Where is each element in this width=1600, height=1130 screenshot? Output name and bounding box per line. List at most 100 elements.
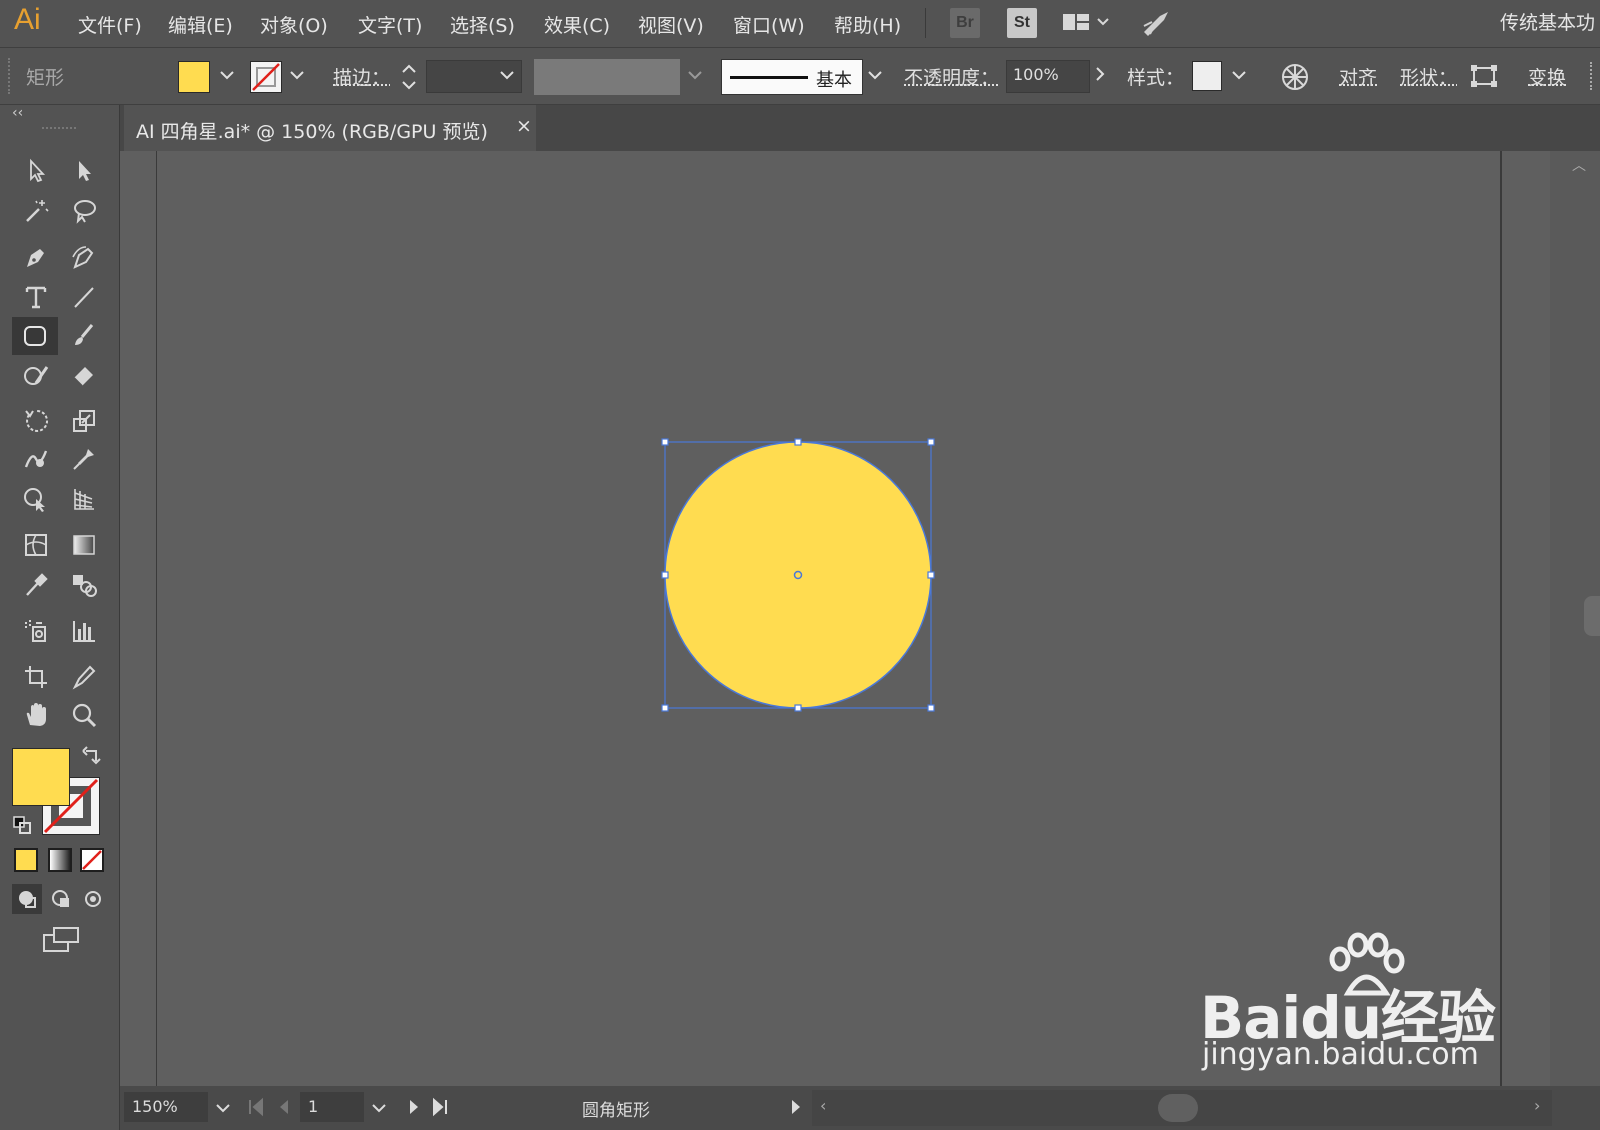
eyedropper-tool-icon[interactable] — [16, 567, 56, 603]
menu-select[interactable]: 选择(S) — [450, 11, 515, 38]
change-screen-mode-icon[interactable] — [42, 925, 80, 959]
gradient-mode-button[interactable] — [48, 848, 72, 872]
gpu-performance-icon[interactable] — [1140, 8, 1172, 42]
horizontal-scroll-thumb[interactable] — [1158, 1094, 1198, 1122]
zoom-level-field[interactable]: 150% — [124, 1092, 208, 1122]
control-bar-grip[interactable] — [8, 58, 12, 94]
draw-normal-icon[interactable] — [12, 884, 42, 914]
next-artboard-icon[interactable] — [406, 1094, 422, 1124]
menu-effect[interactable]: 效果(C) — [544, 11, 610, 38]
swap-fill-stroke-icon[interactable] — [82, 745, 102, 771]
close-tab-icon[interactable]: × — [516, 115, 532, 137]
horizontal-scrollbar[interactable]: ‹ › — [812, 1090, 1552, 1126]
last-artboard-icon[interactable] — [430, 1094, 450, 1124]
menu-type[interactable]: 文字(T) — [358, 11, 422, 38]
symbol-sprayer-tool-icon[interactable] — [16, 613, 56, 649]
brush-definition-chevron-icon[interactable] — [866, 60, 884, 92]
stock-icon[interactable]: St — [1007, 8, 1037, 38]
zoom-dropdown-chevron-icon[interactable] — [212, 1092, 234, 1126]
fill-color-box[interactable] — [12, 748, 70, 806]
selected-circle-artwork[interactable] — [660, 437, 940, 717]
stroke-weight-stepper[interactable] — [398, 60, 420, 94]
default-fill-stroke-icon[interactable] — [12, 815, 34, 841]
vertical-scrollbar[interactable]: ︿ — [1550, 151, 1600, 1086]
panel-grip[interactable] — [42, 127, 76, 131]
align-link[interactable]: 对齐 — [1339, 63, 1377, 90]
warp-tool-icon[interactable] — [16, 441, 56, 477]
none-mode-button[interactable] — [80, 848, 104, 872]
bridge-icon[interactable]: Br — [950, 8, 980, 38]
brush-definition-dropdown[interactable]: 基本 — [721, 59, 863, 95]
eraser-tool-icon[interactable] — [64, 357, 104, 393]
perspective-grid-tool-icon[interactable] — [64, 481, 104, 517]
rotate-tool-icon[interactable] — [16, 403, 56, 439]
gradient-tool-icon[interactable] — [64, 527, 104, 563]
graphic-style-swatch[interactable] — [1192, 61, 1222, 91]
control-bar: 矩形 描边： 基本 不透明度： 100% 样式： 对齐 形状： 变换 — [0, 47, 1600, 105]
opacity-input[interactable]: 100% — [1006, 60, 1090, 93]
shape-label[interactable]: 形状： — [1400, 63, 1457, 90]
stroke-dropdown-chevron-icon[interactable] — [288, 60, 306, 92]
scroll-up-icon[interactable]: ︿ — [1572, 155, 1586, 175]
paintbrush-tool-icon[interactable] — [64, 317, 104, 353]
control-bar-menu-icon[interactable] — [1590, 62, 1598, 90]
variable-width-chevron-icon[interactable] — [686, 60, 704, 92]
hand-tool-icon[interactable] — [16, 697, 56, 733]
document-tab[interactable]: AI 四角星.ai* @ 150% (RGB/GPU 预览) × — [124, 105, 536, 151]
opacity-label[interactable]: 不透明度： — [904, 63, 999, 90]
previous-artboard-icon[interactable] — [276, 1094, 292, 1124]
menu-file[interactable]: 文件(F) — [78, 11, 142, 38]
type-tool-icon[interactable] — [16, 279, 56, 315]
lasso-tool-icon[interactable] — [64, 193, 104, 229]
variable-width-profile-dropdown[interactable] — [534, 59, 680, 95]
transform-link[interactable]: 变换 — [1528, 63, 1566, 90]
menu-view[interactable]: 视图(V) — [638, 11, 704, 38]
curvature-tool-icon[interactable] — [64, 239, 104, 275]
selection-tool-icon[interactable] — [16, 153, 56, 189]
menu-edit[interactable]: 编辑(E) — [168, 11, 233, 38]
magic-wand-tool-icon[interactable] — [16, 193, 56, 229]
zoom-tool-icon[interactable] — [64, 697, 104, 733]
stroke-label[interactable]: 描边： — [333, 63, 390, 90]
status-menu-arrow-icon[interactable] — [788, 1094, 804, 1124]
fill-swatch[interactable] — [178, 61, 210, 93]
direct-selection-tool-icon[interactable] — [64, 153, 104, 189]
first-artboard-icon[interactable] — [246, 1094, 266, 1124]
menu-help[interactable]: 帮助(H) — [834, 11, 901, 38]
shape-builder-tool-icon[interactable] — [16, 481, 56, 517]
color-mode-button[interactable] — [14, 848, 38, 872]
artboard-tool-icon[interactable] — [16, 659, 56, 695]
draw-behind-icon[interactable] — [46, 884, 76, 914]
fill-dropdown-chevron-icon[interactable] — [218, 60, 236, 92]
graphic-style-chevron-icon[interactable] — [1230, 60, 1248, 92]
draw-inside-icon[interactable] — [78, 884, 108, 914]
recolor-artwork-icon[interactable] — [1280, 62, 1310, 96]
stroke-swatch[interactable] — [250, 61, 282, 93]
puppet-warp-tool-icon[interactable] — [64, 441, 104, 477]
vertical-scroll-thumb[interactable] — [1584, 596, 1600, 636]
scale-tool-icon[interactable] — [64, 403, 104, 439]
menu-window[interactable]: 窗口(W) — [733, 11, 805, 38]
menu-object[interactable]: 对象(O) — [260, 11, 328, 38]
line-segment-tool-icon[interactable] — [64, 279, 104, 315]
scroll-left-icon[interactable]: ‹ — [820, 1096, 826, 1115]
shape-properties-icon[interactable] — [1470, 64, 1498, 92]
opacity-arrow-icon[interactable] — [1092, 60, 1108, 92]
document-tabs-bar: AI 四角星.ai* @ 150% (RGB/GPU 预览) × — [120, 105, 1600, 151]
canvas-area[interactable]: ︿ Baidu经验 jingyan.baidu.com — [120, 151, 1600, 1086]
slice-tool-icon[interactable] — [64, 659, 104, 695]
artboard-dropdown-chevron-icon[interactable] — [368, 1092, 390, 1126]
arrange-documents-icon[interactable] — [1062, 11, 1110, 39]
yellow-circle[interactable] — [664, 441, 932, 709]
shaper-tool-icon[interactable] — [16, 357, 56, 393]
stroke-weight-chevron-icon[interactable] — [498, 60, 516, 92]
mesh-tool-icon[interactable] — [16, 527, 56, 563]
collapse-panel-icon[interactable]: ‹‹ — [12, 105, 23, 121]
rounded-rectangle-tool-icon[interactable] — [12, 317, 58, 355]
workspace-switcher[interactable]: 传统基本功 — [1500, 8, 1596, 35]
artboard-number-field[interactable]: 1 — [300, 1092, 364, 1122]
column-graph-tool-icon[interactable] — [64, 613, 104, 649]
pen-tool-icon[interactable] — [16, 239, 56, 275]
blend-tool-icon[interactable] — [64, 567, 104, 603]
scroll-right-icon[interactable]: › — [1534, 1096, 1540, 1115]
